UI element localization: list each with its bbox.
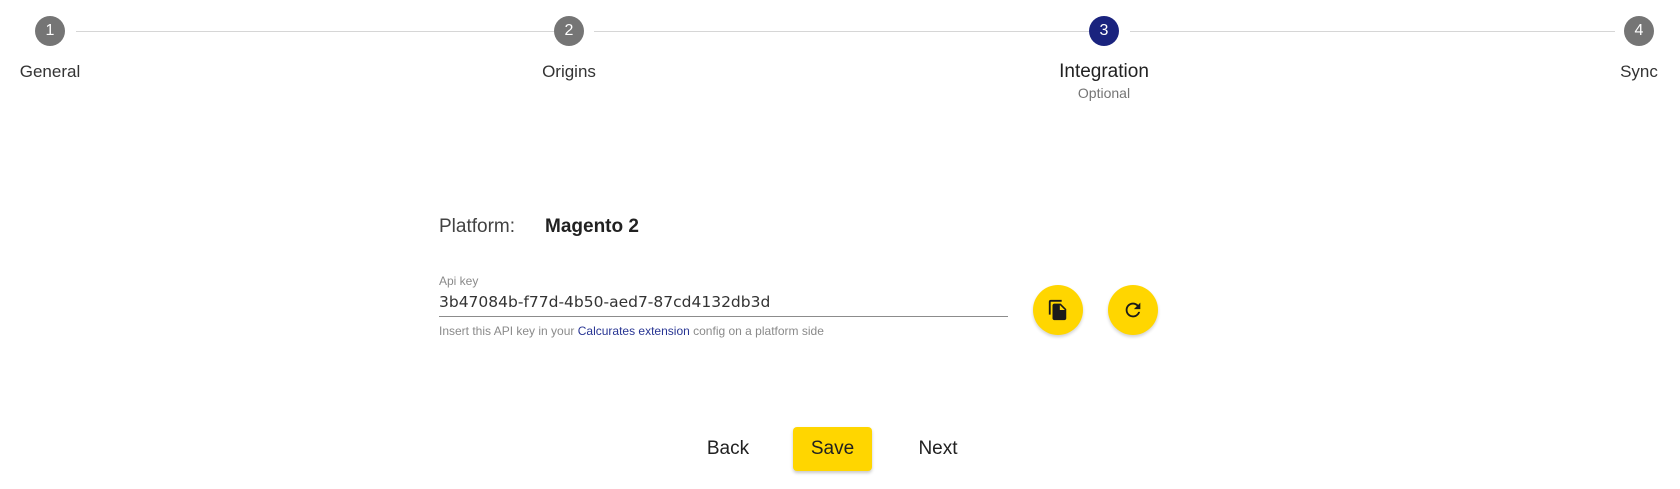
platform-value: Magento 2 bbox=[545, 216, 639, 237]
api-key-field: Api key Insert this API key in your Calc… bbox=[439, 274, 1008, 338]
step-number: 1 bbox=[35, 16, 65, 46]
refresh-icon bbox=[1122, 299, 1144, 321]
copy-icon bbox=[1047, 299, 1069, 321]
next-button[interactable]: Next bbox=[903, 427, 973, 471]
hint-text: config on a platform side bbox=[689, 324, 824, 338]
regenerate-api-key-button[interactable] bbox=[1108, 285, 1158, 335]
step-general[interactable]: 1 General bbox=[0, 16, 150, 82]
calcurates-extension-link[interactable]: Calcurates extension bbox=[578, 324, 690, 338]
step-label: Origins bbox=[542, 62, 596, 81]
hint-text: Insert this API key in your bbox=[439, 324, 578, 338]
platform-label: Platform: bbox=[439, 216, 516, 237]
step-optional-label: Optional bbox=[1077, 85, 1131, 101]
step-sync[interactable]: 4 Sync bbox=[1539, 16, 1680, 82]
platform-row: Platform: Magento 2 bbox=[439, 216, 639, 238]
step-label: General bbox=[19, 62, 81, 81]
api-key-label: Api key bbox=[439, 274, 479, 288]
step-integration[interactable]: 3 Integration Optional bbox=[1004, 16, 1204, 101]
stepper: 1 General 2 Origins 3 Integration Option… bbox=[0, 0, 1680, 110]
step-number: 2 bbox=[554, 16, 584, 46]
step-label: Sync bbox=[1620, 62, 1658, 81]
copy-api-key-button[interactable] bbox=[1033, 285, 1083, 335]
step-label: Integration bbox=[1059, 61, 1149, 82]
step-origins[interactable]: 2 Origins bbox=[469, 16, 669, 82]
save-button[interactable]: Save bbox=[793, 427, 872, 471]
step-number: 4 bbox=[1624, 16, 1654, 46]
step-number: 3 bbox=[1089, 16, 1119, 46]
api-key-input[interactable] bbox=[439, 293, 1008, 317]
api-key-hint: Insert this API key in your Calcurates e… bbox=[439, 324, 1008, 338]
back-button[interactable]: Back bbox=[693, 427, 763, 471]
